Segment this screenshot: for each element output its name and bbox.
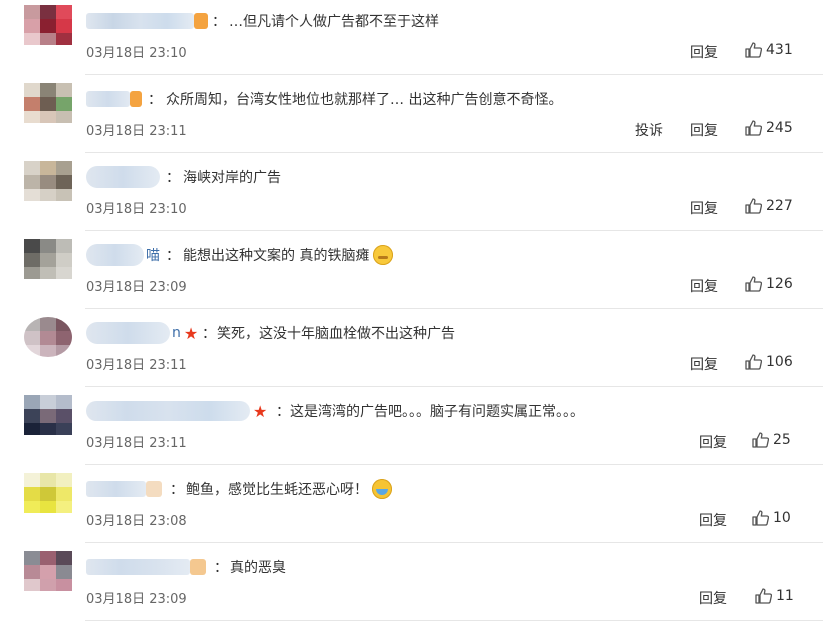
colon: ： (202, 326, 216, 342)
reply-button[interactable]: 回复 (690, 120, 718, 140)
username-visible[interactable]: n (172, 325, 181, 341)
reply-button[interactable]: 回复 (690, 276, 718, 296)
like-count: 11 (776, 588, 794, 604)
username[interactable] (86, 559, 206, 575)
username[interactable]: ★ (86, 401, 268, 421)
divider (85, 542, 823, 543)
comment-text: 能想出这种文案的 真的铁脑瘫 (183, 245, 394, 265)
comment-text: 海峡对岸的广告 (183, 170, 281, 186)
avatar[interactable] (24, 395, 72, 435)
comment-time: 03月18日 23:11 (86, 358, 187, 373)
thumbs-up-icon (752, 510, 769, 526)
colon: ： (170, 482, 184, 498)
username[interactable]: 喵 (86, 244, 160, 266)
laugh-cry-emoji-icon (372, 479, 392, 499)
like-button[interactable]: 25 (752, 432, 791, 448)
vip-star-icon: ★ (183, 323, 199, 343)
avatar[interactable] (24, 473, 72, 513)
avatar[interactable] (24, 5, 72, 45)
colon: ： (148, 92, 162, 108)
comment-text: 真的恶臭 (230, 560, 286, 576)
colon: ： (276, 404, 290, 420)
thumbs-up-icon (745, 42, 762, 58)
avatar[interactable] (24, 83, 72, 123)
username[interactable] (86, 166, 160, 188)
comment-time: 03月18日 23:11 (86, 124, 187, 139)
comment-item: ★ ： 这是湾湾的广告吧。。。脑子有问题实属正常。。。 03月18日 23:11… (0, 390, 829, 468)
comment-time: 03月18日 23:10 (86, 202, 187, 217)
comment-time: 03月18日 23:09 (86, 280, 187, 295)
thumbs-up-icon (755, 588, 772, 604)
reply-button[interactable]: 回复 (690, 198, 718, 218)
comment-item: ： 鲍鱼，感觉比生蚝还恶心呀！ 03月18日 23:08 回复 10 (0, 468, 829, 546)
comment-text: 笑死，这没十年脑血栓做不出这种广告 (217, 326, 455, 342)
like-button[interactable]: 10 (752, 510, 791, 526)
like-count: 227 (766, 198, 793, 214)
reply-button[interactable]: 回复 (690, 354, 718, 374)
comment-item: n ★ ： 笑死，这没十年脑血栓做不出这种广告 03月18日 23:11 回复 … (0, 312, 829, 390)
colon: ： (166, 170, 180, 186)
like-count: 245 (766, 120, 793, 136)
comment-text: 众所周知，台湾女性地位也就那样了… 出这种广告创意不奇怪。 (166, 92, 563, 108)
reply-button[interactable]: 回复 (699, 510, 727, 530)
divider (85, 464, 823, 465)
avatar[interactable] (24, 317, 72, 357)
comment-text: 这是湾湾的广告吧。。。脑子有问题实属正常。。。 (290, 404, 584, 420)
avatar[interactable] (24, 161, 72, 201)
avatar[interactable] (24, 239, 72, 279)
like-button[interactable]: 227 (745, 198, 793, 214)
thumbs-up-icon (745, 354, 762, 370)
thumbs-up-icon (745, 276, 762, 292)
comment-text: 鲍鱼，感觉比生蚝还恶心呀！ (186, 479, 392, 499)
colon: ： (212, 14, 226, 30)
thumbs-up-icon (752, 432, 769, 448)
username[interactable] (86, 13, 208, 29)
divider (85, 308, 823, 309)
like-button[interactable]: 431 (745, 42, 793, 58)
username[interactable]: n ★ (86, 322, 199, 344)
report-button[interactable]: 投诉 (635, 120, 663, 140)
like-count: 10 (773, 510, 791, 526)
thumbs-up-icon (745, 120, 762, 136)
divider (85, 152, 823, 153)
comment-item: ： 真的恶臭 03月18日 23:09 回复 11 (0, 546, 829, 624)
like-button[interactable]: 126 (745, 276, 793, 292)
sweat-emoji-icon (373, 245, 394, 265)
divider (85, 230, 823, 231)
comment-item: ： 众所周知，台湾女性地位也就那样了… 出这种广告创意不奇怪。 03月18日 2… (0, 78, 829, 156)
divider (85, 74, 823, 75)
comment-time: 03月18日 23:11 (86, 436, 187, 451)
like-count: 431 (766, 42, 793, 58)
colon: ： (214, 560, 228, 576)
comment-item: ： 海峡对岸的广告 03月18日 23:10 回复 227 (0, 156, 829, 234)
divider (85, 620, 823, 621)
like-button[interactable]: 106 (745, 354, 793, 370)
avatar[interactable] (24, 551, 72, 591)
comment-item: ： …但凡请个人做广告都不至于这样 03月18日 23:10 回复 431 (0, 0, 829, 78)
thumbs-up-icon (745, 198, 762, 214)
like-count: 25 (773, 432, 791, 448)
comment-time: 03月18日 23:08 (86, 514, 187, 529)
comment-item: 喵 ： 能想出这种文案的 真的铁脑瘫 03月18日 23:09 回复 126 (0, 234, 829, 312)
reply-button[interactable]: 回复 (699, 588, 727, 608)
vip-star-icon: ★ (253, 401, 268, 421)
colon: ： (166, 248, 180, 264)
like-button[interactable]: 245 (745, 120, 793, 136)
comment-text: …但凡请个人做广告都不至于这样 (229, 14, 439, 30)
divider (85, 386, 823, 387)
username[interactable] (86, 91, 142, 107)
reply-button[interactable]: 回复 (690, 42, 718, 62)
like-button[interactable]: 11 (755, 588, 794, 604)
username[interactable] (86, 481, 162, 497)
comment-time: 03月18日 23:10 (86, 46, 187, 61)
like-count: 126 (766, 276, 793, 292)
reply-button[interactable]: 回复 (699, 432, 727, 452)
comment-time: 03月18日 23:09 (86, 592, 187, 607)
like-count: 106 (766, 354, 793, 370)
username-visible[interactable]: 喵 (146, 245, 160, 265)
